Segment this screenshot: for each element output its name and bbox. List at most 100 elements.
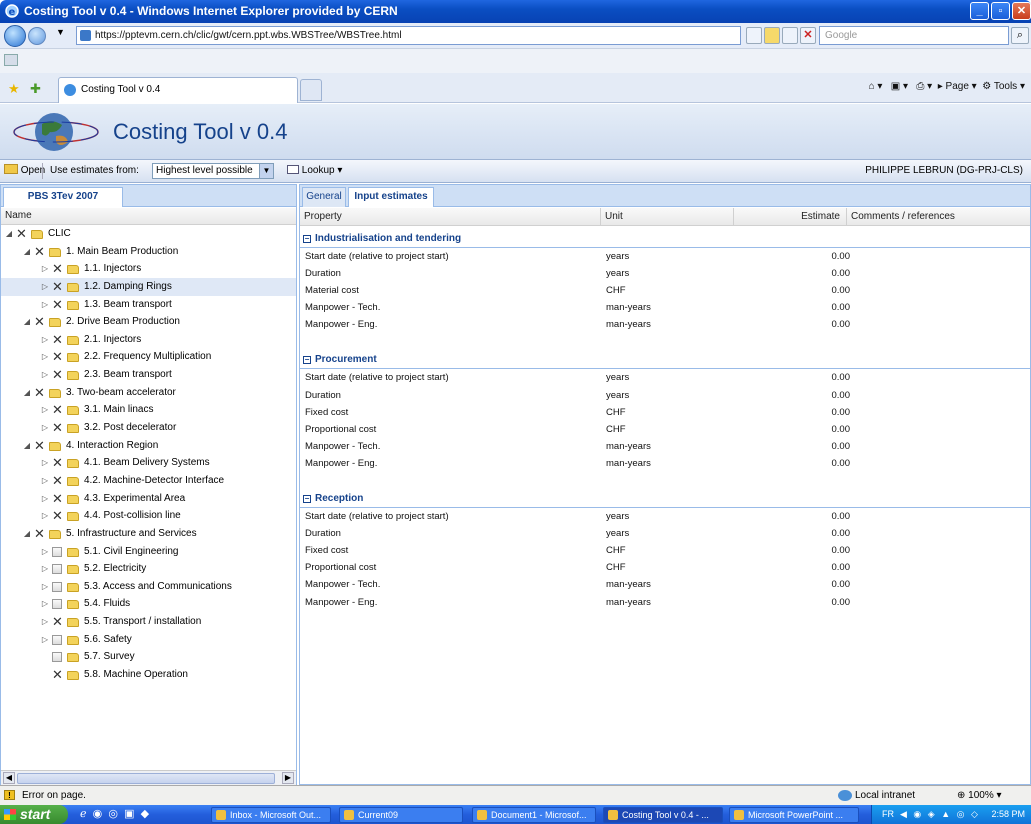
exclude-x-icon[interactable]: ✕ [52, 492, 63, 505]
column-header-unit[interactable]: Unit [601, 208, 734, 226]
task-current09[interactable]: Current09 [339, 807, 463, 823]
page-menu[interactable]: ▸ Page ▾ [938, 81, 977, 92]
exclude-x-icon[interactable]: ✕ [16, 227, 27, 240]
estimate-row[interactable]: Manpower - Tech. man-years 0.00 [300, 576, 1030, 593]
tree-node[interactable]: ▷ ✕ 1.3. Beam transport [1, 296, 296, 314]
exclude-x-icon[interactable]: ✕ [52, 350, 63, 363]
tree-node[interactable]: ◢ ✕ 5. Infrastructure and Services [1, 525, 296, 543]
collapsed-arrow-icon[interactable]: ▷ [41, 419, 49, 437]
estimate-cell[interactable]: 0.00 [740, 404, 851, 421]
exclude-x-icon[interactable]: ✕ [52, 668, 63, 681]
collapsed-arrow-icon[interactable]: ▷ [41, 507, 49, 525]
tree-node[interactable]: ▷ ✕ 1.1. Injectors [1, 260, 296, 278]
maximize-button[interactable]: ▫ [991, 2, 1010, 20]
task-powerpoint[interactable]: Microsoft PowerPoint ... [729, 807, 859, 823]
collapse-group-icon[interactable]: − [303, 356, 311, 365]
tray-icons[interactable]: ◀ ◉ ◈ ▲ ◎ ◇ [900, 805, 980, 824]
expanded-arrow-icon[interactable]: ◢ [5, 225, 13, 243]
include-checkbox[interactable] [52, 581, 62, 592]
estimate-cell[interactable]: 0.00 [740, 559, 851, 576]
estimate-row[interactable]: Manpower - Eng. man-years 0.00 [300, 316, 1030, 333]
estimate-row[interactable]: Duration years 0.00 [300, 387, 1030, 404]
collapsed-arrow-icon[interactable]: ▷ [41, 631, 49, 649]
quick-launch-outlook-icon[interactable]: ▣ [124, 808, 134, 820]
exclude-x-icon[interactable]: ✕ [34, 527, 45, 540]
estimate-cell[interactable]: 0.00 [740, 282, 851, 299]
task-inbox-outlook[interactable]: Inbox - Microsoft Out... [211, 807, 331, 823]
tree-node[interactable]: ▷ ✕ 3.2. Post decelerator [1, 419, 296, 437]
collapsed-arrow-icon[interactable]: ▷ [41, 490, 49, 508]
security-zone[interactable]: Local intranet [855, 786, 915, 805]
browser-tab[interactable]: Costing Tool v 0.4 [58, 77, 298, 103]
exclude-x-icon[interactable]: ✕ [52, 509, 63, 522]
tree-node[interactable]: ▷ ✕ 1.2. Damping Rings [1, 277, 296, 296]
search-input[interactable]: Google [819, 26, 1009, 45]
expanded-arrow-icon[interactable]: ◢ [23, 243, 31, 261]
add-favorites-icon[interactable]: ✚ [30, 81, 41, 97]
start-button[interactable]: start [0, 805, 68, 824]
include-checkbox[interactable] [52, 546, 62, 557]
estimate-row[interactable]: Manpower - Eng. man-years 0.00 [300, 594, 1030, 611]
estimate-cell[interactable]: 0.00 [740, 508, 851, 525]
close-window-button[interactable]: ✕ [1012, 2, 1031, 20]
favorites-star-icon[interactable]: ★ [8, 81, 20, 97]
exclude-x-icon[interactable]: ✕ [34, 315, 45, 328]
exclude-x-icon[interactable]: ✕ [34, 439, 45, 452]
tree-node[interactable]: ▷ ✕ 4.2. Machine-Detector Interface [1, 472, 296, 490]
lookup-button[interactable]: Lookup ▾ [287, 160, 342, 182]
tree-node[interactable]: ◢ ✕ 1. Main Beam Production [1, 243, 296, 261]
collapsed-arrow-icon[interactable]: ▷ [41, 278, 49, 296]
estimate-cell[interactable]: 0.00 [740, 576, 851, 593]
exclude-x-icon[interactable]: ✕ [34, 245, 45, 258]
expanded-arrow-icon[interactable]: ◢ [23, 384, 31, 402]
collapsed-arrow-icon[interactable]: ▷ [41, 578, 49, 596]
include-checkbox[interactable] [52, 634, 62, 645]
estimate-cell[interactable]: 0.00 [740, 525, 851, 542]
column-header-estimate[interactable]: Estimate [734, 208, 847, 226]
refresh-button[interactable] [782, 27, 798, 44]
feed-icon[interactable] [4, 54, 18, 66]
estimate-row[interactable]: Manpower - Tech. man-years 0.00 [300, 438, 1030, 455]
collapsed-arrow-icon[interactable]: ▷ [41, 348, 49, 366]
new-tab-button[interactable] [300, 79, 322, 101]
clock[interactable]: 2:58 PM [991, 805, 1025, 824]
language-indicator[interactable]: FR [882, 805, 894, 824]
group-header[interactable]: − Industrialisation and tendering [300, 228, 1030, 248]
estimate-row[interactable]: Manpower - Eng. man-years 0.00 [300, 455, 1030, 472]
collapsed-arrow-icon[interactable]: ▷ [41, 366, 49, 384]
expanded-arrow-icon[interactable]: ◢ [23, 313, 31, 331]
column-header-comments[interactable]: Comments / references [847, 208, 1030, 226]
estimate-row[interactable]: Start date (relative to project start) ye… [300, 248, 1030, 265]
quick-launch-media-icon[interactable]: ◎ [108, 808, 118, 820]
tree-node[interactable]: ▷ 5.1. Civil Engineering [1, 543, 296, 561]
tree-node[interactable]: ▷ ✕ 4.3. Experimental Area [1, 490, 296, 508]
exclude-x-icon[interactable]: ✕ [52, 280, 63, 293]
tree-node[interactable]: ▷ ✕ 2.3. Beam transport [1, 366, 296, 384]
status-message[interactable]: Error on page. [22, 786, 86, 805]
tree-node[interactable]: ▷ ✕ 2.2. Frequency Multiplication [1, 348, 296, 366]
open-button[interactable]: Open [4, 160, 45, 182]
estimate-row[interactable]: Material cost CHF 0.00 [300, 282, 1030, 299]
estimate-row[interactable]: Fixed cost CHF 0.00 [300, 404, 1030, 421]
collapsed-arrow-icon[interactable]: ▷ [41, 331, 49, 349]
exclude-x-icon[interactable]: ✕ [52, 262, 63, 275]
exclude-x-icon[interactable]: ✕ [52, 298, 63, 311]
collapsed-arrow-icon[interactable]: ▷ [41, 472, 49, 490]
exclude-x-icon[interactable]: ✕ [52, 333, 63, 346]
task-document1[interactable]: Document1 - Microsof... [472, 807, 596, 823]
exclude-x-icon[interactable]: ✕ [52, 474, 63, 487]
exclude-x-icon[interactable]: ✕ [52, 421, 63, 434]
estimate-cell[interactable]: 0.00 [740, 594, 851, 611]
include-checkbox[interactable] [52, 564, 62, 575]
tools-menu[interactable]: ⚙ Tools ▾ [982, 81, 1025, 92]
scroll-right-icon[interactable]: ▶ [282, 772, 294, 784]
collapsed-arrow-icon[interactable]: ▷ [41, 401, 49, 419]
estimate-cell[interactable]: 0.00 [740, 455, 851, 472]
estimate-row[interactable]: Duration years 0.00 [300, 525, 1030, 542]
exclude-x-icon[interactable]: ✕ [52, 403, 63, 416]
tab-pbs-3tev-2007[interactable]: PBS 3Tev 2007 [3, 187, 123, 207]
tab-general[interactable]: General [302, 187, 346, 207]
scroll-left-icon[interactable]: ◀ [3, 772, 15, 784]
estimate-row[interactable]: Start date (relative to project start) ye… [300, 369, 1030, 386]
estimate-cell[interactable]: 0.00 [740, 438, 851, 455]
